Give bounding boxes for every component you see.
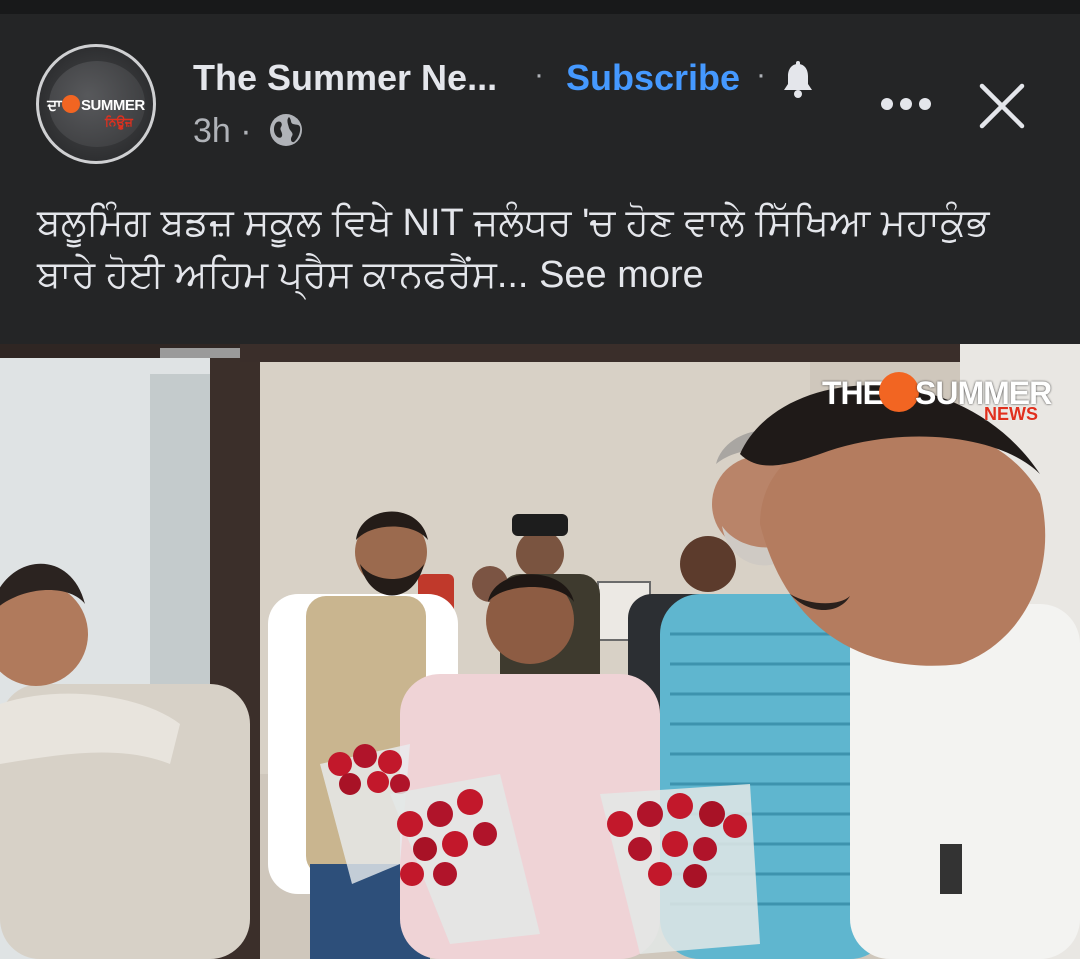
avatar-logo-prefix: ਦਾ [47,97,62,114]
avatar-logo-text: ਦਾ SUMMER [39,95,153,114]
post-photo[interactable]: THE SUMMER NEWS [0,344,1080,959]
status-strip [0,0,1080,14]
avatar-logo-sub: ਨਿਊਜ਼ [105,115,133,129]
watermark-sub: NEWS [984,404,1038,424]
post-caption: ਬਲੂਮਿੰਗ ਬਡਜ਼ ਸਕੂਲ ਵਿਖੇ NIT ਜਲੰਧਰ 'ਚ ਹੋਣ … [37,197,1047,301]
watermark-prefix: THE [822,375,884,411]
page-avatar[interactable]: ਦਾ SUMMER ਨਿਊਜ਼ [36,44,156,164]
avatar-logo-name: SUMMER [81,97,145,114]
subscribe-button[interactable]: Subscribe [566,57,740,99]
sun-icon [62,95,81,113]
close-icon[interactable] [978,82,1026,130]
caption-text: ਬਲੂਮਿੰਗ ਬਡਜ਼ ਸਕੂਲ ਵਿਖੇ NIT ਜਲੰਧਰ 'ਚ ਹੋਣ … [37,202,990,296]
page-name[interactable]: The Summer Ne... [193,57,497,99]
post-meta: 3h · [193,112,252,151]
bell-icon[interactable] [780,60,816,100]
separator-dot: · [756,58,766,91]
see-more-link[interactable]: See more [539,254,704,296]
ceiling-edge [240,344,1000,362]
guard-beret [512,514,568,536]
photo-scene [0,344,1080,959]
separator-dot: · [240,112,252,150]
person-bg-right-head [680,536,736,592]
post-header: ਦਾ SUMMER ਨਿਊਜ਼ The Summer Ne... · Subscr… [0,14,1080,164]
separator-dot: · [534,58,544,91]
sun-icon [879,372,919,412]
pen-in-pocket [940,844,962,894]
globe-icon [270,114,302,146]
more-options-icon[interactable] [880,94,932,114]
post-time[interactable]: 3h [193,112,231,150]
person-guard-head [516,530,564,578]
